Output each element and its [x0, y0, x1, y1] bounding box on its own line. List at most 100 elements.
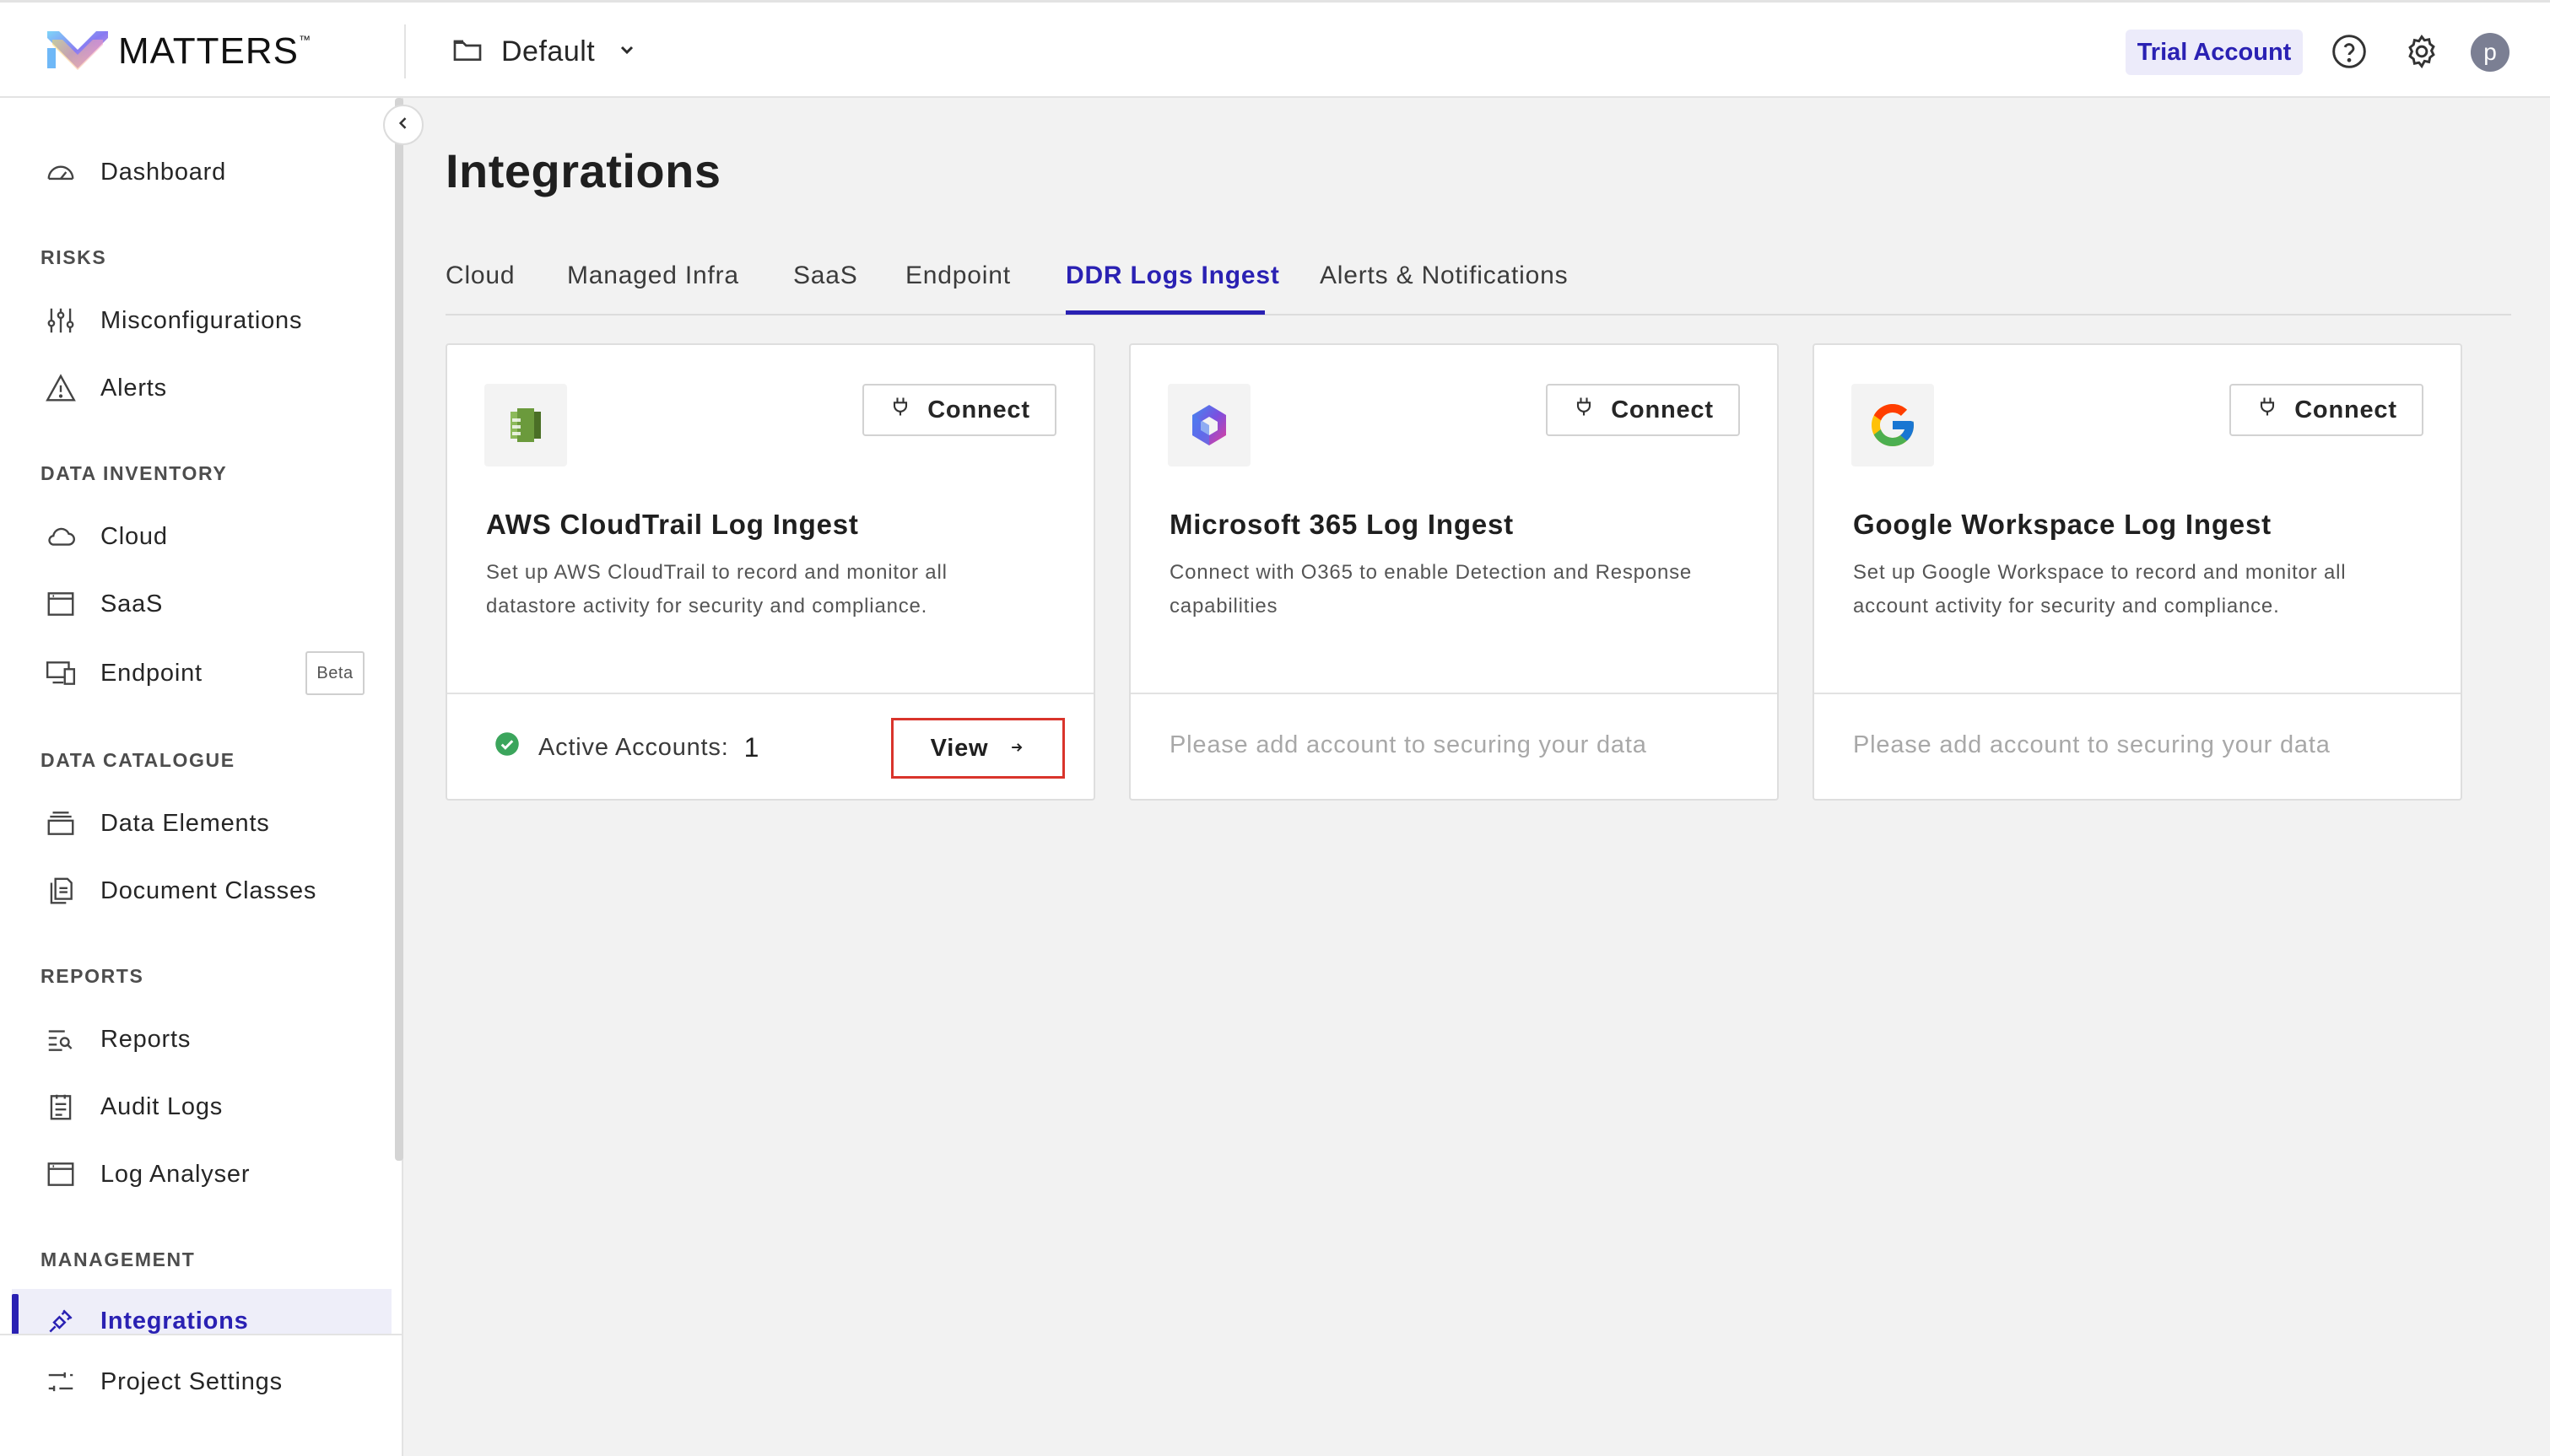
- adjustments-icon: [42, 1363, 79, 1400]
- card-description: Set up Google Workspace to record and mo…: [1853, 556, 2427, 623]
- sliders-icon: [42, 302, 79, 339]
- sidebar-item-project-settings[interactable]: Project Settings: [0, 1356, 390, 1407]
- card-description-line: account activity for security and compli…: [1853, 595, 2280, 617]
- cloud-icon: [42, 518, 79, 555]
- card-divider: [1814, 693, 2461, 694]
- folder-icon: [451, 33, 484, 71]
- active-accounts-label: Active Accounts:: [538, 733, 729, 761]
- sidebar-item-misconfigurations[interactable]: Misconfigurations: [0, 295, 390, 346]
- aws-cloudtrail-icon: [484, 384, 567, 466]
- card-description-line: capabilities: [1170, 595, 1278, 617]
- card-description-line: Connect with O365 to enable Detection an…: [1170, 561, 1693, 584]
- chevron-left-icon: [395, 115, 412, 136]
- stack-icon: [42, 805, 79, 842]
- project-selector[interactable]: Default: [451, 28, 637, 75]
- empty-accounts-message: Please add account to securing your data: [1853, 731, 2331, 758]
- sidebar-item-label: Integrations: [100, 1307, 249, 1335]
- tab-cloud[interactable]: Cloud: [446, 262, 515, 290]
- terminal-window-icon: [42, 1156, 79, 1193]
- section-header-reports: REPORTS: [41, 965, 144, 987]
- card-title: Google Workspace Log Ingest: [1853, 509, 2272, 540]
- integration-card-aws-cloudtrail: Connect AWS CloudTrail Log Ingest Set up…: [446, 343, 1095, 801]
- section-header-data-inventory: DATA INVENTORY: [41, 462, 228, 484]
- plug-icon: [2256, 395, 2294, 425]
- tab-managed-infra[interactable]: Managed Infra: [567, 262, 739, 290]
- sidebar: Dashboard RISKS Misconfigurations Alerts…: [0, 98, 403, 1456]
- section-header-risks: RISKS: [41, 246, 107, 268]
- card-description: Set up AWS CloudTrail to record and moni…: [486, 556, 1060, 623]
- warning-icon: [42, 369, 79, 407]
- sidebar-item-label: Cloud: [100, 522, 168, 550]
- sidebar-item-dashboard[interactable]: Dashboard: [0, 147, 390, 197]
- brand-logo[interactable]: MATTERS ™: [46, 28, 311, 75]
- sidebar-item-label: Reports: [100, 1025, 192, 1053]
- sidebar-item-label: Project Settings: [100, 1367, 283, 1395]
- tab-saas[interactable]: SaaS: [793, 262, 858, 290]
- integration-card-microsoft-365: Connect Microsoft 365 Log Ingest Connect…: [1129, 343, 1779, 801]
- card-divider: [1131, 693, 1777, 694]
- google-icon: [1851, 384, 1934, 466]
- card-description-line: Set up Google Workspace to record and mo…: [1853, 561, 2347, 584]
- collapse-sidebar-button[interactable]: [383, 105, 424, 145]
- top-bar: MATTERS ™ Default Trial Account p: [0, 0, 2550, 98]
- connect-button[interactable]: Connect: [2229, 384, 2423, 436]
- tab-ddr-logs-ingest[interactable]: DDR Logs Ingest: [1066, 262, 1280, 290]
- connect-button[interactable]: Connect: [862, 384, 1056, 436]
- search-list-icon: [42, 1021, 79, 1058]
- integration-tabs: Cloud Managed Infra SaaS Endpoint DDR Lo…: [446, 253, 2511, 315]
- documents-icon: [42, 872, 79, 909]
- sidebar-item-data-elements[interactable]: Data Elements: [0, 798, 390, 849]
- sidebar-item-document-classes[interactable]: Document Classes: [0, 866, 390, 916]
- beta-badge: Beta: [305, 651, 365, 695]
- active-accounts-count: 1: [743, 731, 760, 763]
- tab-alerts-notifications[interactable]: Alerts & Notifications: [1320, 262, 1568, 290]
- connect-button[interactable]: Connect: [1546, 384, 1740, 436]
- sidebar-item-label: Misconfigurations: [100, 306, 303, 334]
- connect-label: Connect: [2294, 396, 2397, 423]
- sidebar-scrollbar[interactable]: [395, 98, 403, 1161]
- page-title: Integrations: [446, 144, 721, 197]
- trial-account-badge[interactable]: Trial Account: [2126, 30, 2303, 75]
- check-circle-icon: [494, 731, 538, 763]
- sidebar-item-label: Endpoint: [100, 659, 203, 687]
- gear-icon[interactable]: [2403, 33, 2440, 70]
- tab-endpoint[interactable]: Endpoint: [905, 262, 1011, 290]
- sidebar-item-saas[interactable]: SaaS: [0, 579, 390, 629]
- active-tab-underline: [1066, 310, 1265, 315]
- plug-icon: [889, 395, 927, 425]
- sidebar-item-label: SaaS: [100, 590, 164, 617]
- sidebar-footer-divider: [0, 1334, 403, 1335]
- user-avatar[interactable]: p: [2471, 33, 2509, 72]
- sidebar-item-label: Data Elements: [100, 809, 270, 837]
- sidebar-item-audit-logs[interactable]: Audit Logs: [0, 1081, 390, 1132]
- browser-window-icon: [42, 585, 79, 623]
- card-description-line: datastore activity for security and comp…: [486, 595, 928, 617]
- view-button[interactable]: View: [891, 718, 1065, 779]
- active-accounts-status: Active Accounts: 1: [494, 731, 759, 763]
- sidebar-item-label: Alerts: [100, 374, 167, 402]
- sidebar-item-alerts[interactable]: Alerts: [0, 363, 390, 413]
- header-divider: [404, 24, 406, 78]
- connect-label: Connect: [1611, 396, 1714, 423]
- sidebar-item-label: Dashboard: [100, 158, 227, 186]
- section-header-data-catalogue: DATA CATALOGUE: [41, 749, 235, 771]
- clipboard-icon: [42, 1088, 79, 1125]
- help-icon[interactable]: [2331, 33, 2368, 70]
- sidebar-item-reports[interactable]: Reports: [0, 1014, 390, 1065]
- sidebar-item-log-analyser[interactable]: Log Analyser: [0, 1149, 390, 1200]
- card-title: Microsoft 365 Log Ingest: [1170, 509, 1514, 540]
- sidebar-item-endpoint[interactable]: Endpoint Beta: [0, 648, 390, 698]
- arrow-right-icon: [988, 735, 1025, 763]
- devices-icon: [42, 655, 79, 692]
- card-description: Connect with O365 to enable Detection an…: [1170, 556, 1743, 623]
- view-label: View: [930, 734, 989, 762]
- card-title: AWS CloudTrail Log Ingest: [486, 509, 859, 540]
- card-divider: [447, 693, 1094, 694]
- speedometer-icon: [42, 154, 79, 191]
- microsoft-365-icon: [1168, 384, 1251, 466]
- sidebar-item-cloud[interactable]: Cloud: [0, 511, 390, 562]
- connect-label: Connect: [927, 396, 1030, 423]
- chevron-down-icon: [617, 40, 637, 64]
- empty-accounts-message: Please add account to securing your data: [1170, 731, 1647, 758]
- plug-icon: [1572, 395, 1611, 425]
